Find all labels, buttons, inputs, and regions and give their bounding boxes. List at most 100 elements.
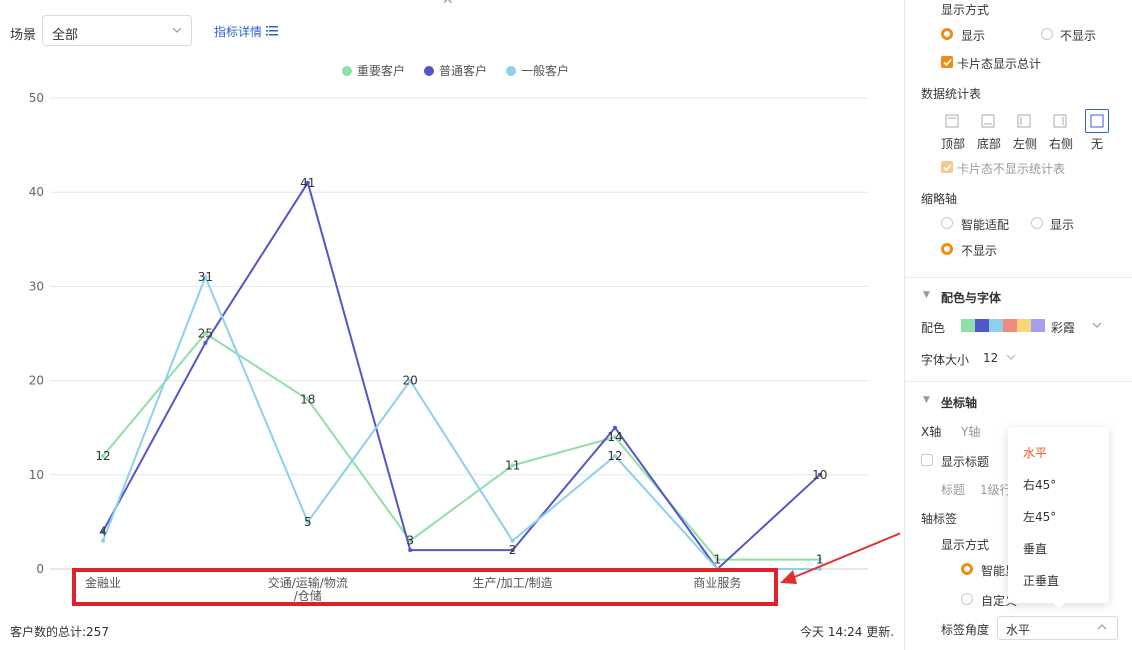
show-title-checkbox[interactable] [921, 454, 933, 466]
data-point [510, 538, 515, 543]
data-label: 2 [509, 543, 517, 557]
card-no-table-label: 卡片态不显示统计表 [957, 162, 1066, 176]
title-rows-select[interactable]: 1级行 [980, 481, 1012, 498]
legend-marker [342, 66, 352, 76]
tab-y-axis[interactable]: Y轴 [961, 423, 980, 440]
label-angle-select[interactable]: 水平 [997, 616, 1118, 640]
angle-option-upright[interactable]: 正垂直 [1023, 572, 1059, 589]
data-point [203, 340, 208, 345]
chevron-down-icon[interactable] [1091, 319, 1103, 334]
table-left-icon[interactable] [1012, 109, 1036, 133]
swatch-4 [1003, 319, 1017, 332]
axis-labels-heading: 轴标签 [921, 512, 958, 526]
y-tick-label: 40 [29, 185, 44, 199]
chevron-down-icon[interactable] [1005, 351, 1017, 366]
angle-option-horizontal[interactable]: 水平 [1023, 444, 1047, 461]
show-radio-label[interactable]: 显示 [961, 27, 985, 44]
angle-option-left45[interactable]: 左45° [1023, 508, 1056, 525]
angle-option-right45[interactable]: 右45° [1023, 476, 1056, 493]
smart-fit-radio[interactable] [941, 217, 953, 229]
show-radio[interactable] [941, 28, 953, 40]
total-count: 客户数的总计:257 [10, 625, 109, 639]
chevron-down-icon [171, 24, 183, 39]
data-point [101, 538, 105, 543]
section-divider [905, 381, 1132, 382]
label-smart-radio[interactable] [961, 563, 973, 575]
series-line [102, 332, 820, 561]
show-title-label: 显示标题 [941, 455, 990, 469]
axis-section-title[interactable]: 坐标轴 [941, 394, 977, 411]
position-none-label: 无 [1091, 137, 1104, 151]
data-label: 4 [99, 524, 107, 538]
thumbnail-axis-label: 缩略轴 [921, 192, 958, 206]
line-chart: 重要客户 普通客户 一般客户 01020304050 124312541185203… [29, 63, 900, 606]
series-line [102, 180, 821, 571]
data-label: 12 [95, 449, 110, 463]
card-total-checkbox[interactable] [941, 56, 953, 68]
legend-label: 普通客户 [439, 63, 487, 78]
angle-option-vertical[interactable]: 垂直 [1023, 540, 1047, 557]
swatch-1 [961, 319, 975, 332]
data-label: 5 [304, 515, 312, 529]
x-tick-label: 金融业 [85, 575, 121, 590]
metric-details-link[interactable]: 指标详情 [214, 23, 262, 40]
section-divider [905, 277, 1132, 278]
font-size-value[interactable]: 12 [983, 351, 998, 365]
legend-label: 一般客户 [521, 63, 569, 78]
thumb-show-label[interactable]: 显示 [1050, 216, 1074, 233]
highlight-box [72, 568, 778, 606]
swatch-2 [975, 319, 989, 332]
palette-name[interactable]: 彩霞 [1051, 319, 1075, 336]
dropdown-pointer [1052, 602, 1066, 609]
caret-down-icon[interactable]: ▼ [923, 395, 930, 405]
data-label: 20 [403, 374, 418, 388]
update-time: 今天 14:24 更新. [800, 625, 895, 639]
color-font-section-title[interactable]: 配色与字体 [941, 289, 1001, 306]
series-line [102, 274, 820, 570]
y-tick-label: 20 [29, 374, 44, 388]
hide-radio-label[interactable]: 不显示 [1060, 27, 1096, 44]
data-table-label: 数据统计表 [921, 87, 982, 101]
x-tick-label: 商业服务 [693, 575, 741, 590]
caret-down-icon[interactable]: ▼ [923, 290, 930, 300]
list-icon[interactable] [266, 25, 278, 39]
x-axis-ticks: 金融业 交通/运输/物流/仓储 生产/加工/制造 商业服务 [85, 575, 741, 603]
thumb-hide-label[interactable]: 不显示 [961, 242, 997, 259]
x-tick-label: 生产/加工/制造 [473, 576, 553, 590]
position-bottom-label: 底部 [977, 137, 1002, 151]
label-custom-radio[interactable] [961, 593, 973, 605]
tab-x-axis[interactable]: X轴 [921, 423, 941, 440]
arrow-head [780, 570, 797, 584]
swatch-6 [1031, 319, 1045, 332]
swatch-5 [1017, 319, 1031, 332]
annotation-arrow [791, 532, 900, 579]
legend-label: 重要客户 [357, 63, 405, 78]
scene-select[interactable]: 全部 [42, 15, 192, 46]
thumb-show-radio[interactable] [1031, 217, 1043, 229]
table-right-icon[interactable] [1048, 109, 1072, 133]
close-icon[interactable]: ✕ [442, 0, 454, 8]
label-display-mode: 显示方式 [941, 538, 990, 552]
data-label: 41 [300, 176, 315, 190]
font-size-label: 字体大小 [921, 353, 970, 367]
data-point [408, 548, 413, 553]
chevron-up-icon [1096, 621, 1108, 636]
label-angle-dropdown: 水平 右45° 左45° 垂直 正垂直 [1008, 427, 1109, 609]
hide-radio[interactable] [1041, 28, 1053, 40]
data-label: 11 [505, 458, 520, 472]
scene-label: 场景 [10, 28, 37, 43]
y-tick-label: 10 [29, 468, 44, 482]
data-label: 10 [812, 468, 827, 482]
thumb-hide-radio[interactable] [941, 243, 953, 255]
smart-fit-label[interactable]: 智能适配 [961, 216, 1009, 233]
table-bottom-icon[interactable] [976, 109, 1000, 133]
y-tick-label: 50 [29, 91, 44, 105]
card-no-table-checkbox[interactable] [941, 161, 953, 173]
chart-grid [50, 97, 868, 570]
table-top-icon[interactable] [940, 109, 964, 133]
y-axis-ticks: 0 10 20 30 40 50 [29, 91, 44, 576]
x-tick-label: 交通/运输/物流 [268, 575, 348, 590]
table-none-icon[interactable] [1085, 109, 1109, 133]
data-label: 3 [406, 534, 414, 548]
y-tick-label: 30 [29, 279, 44, 293]
